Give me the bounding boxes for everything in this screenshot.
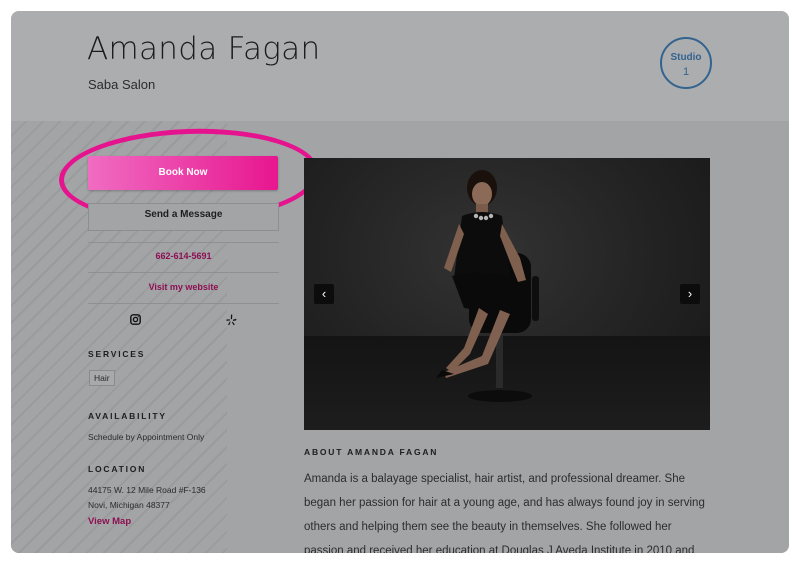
studio-number: 1 xyxy=(682,66,690,78)
view-map-link[interactable]: View Map xyxy=(88,516,131,527)
studio-label: Studio xyxy=(670,52,702,63)
chevron-left-icon: ‹ xyxy=(321,286,327,301)
book-now-button[interactable]: Book Now xyxy=(88,156,278,190)
studio-badge: Studio 1 xyxy=(660,37,712,89)
gallery-prev-button[interactable]: ‹ xyxy=(314,284,334,304)
services-title: SERVICES xyxy=(88,349,146,359)
profile-photo-carousel: ‹ › xyxy=(304,158,710,430)
chevron-right-icon: › xyxy=(687,286,693,301)
availability-title: AVAILABILITY xyxy=(88,411,167,421)
send-message-button[interactable]: Send a Message xyxy=(88,203,279,231)
website-link[interactable]: Visit my website xyxy=(88,282,279,292)
salon-name: Saba Salon xyxy=(88,77,156,92)
about-bio: Amanda is a balayage specialist, hair ar… xyxy=(304,473,705,553)
location-title: LOCATION xyxy=(88,464,147,474)
profile-header: Amanda Fagan Saba Salon Studio 1 xyxy=(11,11,789,121)
address-line-1: 44175 W. 12 Mile Road #F-136 xyxy=(88,485,206,495)
gallery-next-button[interactable]: › xyxy=(680,284,700,304)
stylist-photo xyxy=(436,170,539,402)
divider xyxy=(88,242,279,243)
address-line-2: Novi, Michigan 48377 xyxy=(88,500,170,510)
about-title: ABOUT AMANDA FAGAN xyxy=(304,447,439,457)
service-tag-hair: Hair xyxy=(89,370,115,386)
divider xyxy=(88,303,279,304)
stylist-name: Amanda Fagan xyxy=(87,31,321,67)
availability-text: Schedule by Appointment Only xyxy=(88,432,205,442)
profile-window: Amanda Fagan Saba Salon Studio 1 Book No… xyxy=(11,11,789,553)
yelp-icon[interactable] xyxy=(226,314,237,329)
divider xyxy=(88,272,279,273)
instagram-icon[interactable] xyxy=(130,314,141,328)
profile-content: Book Now Send a Message 662-614-5691 Vis… xyxy=(11,121,789,553)
phone-link[interactable]: 662-614-5691 xyxy=(88,251,279,261)
